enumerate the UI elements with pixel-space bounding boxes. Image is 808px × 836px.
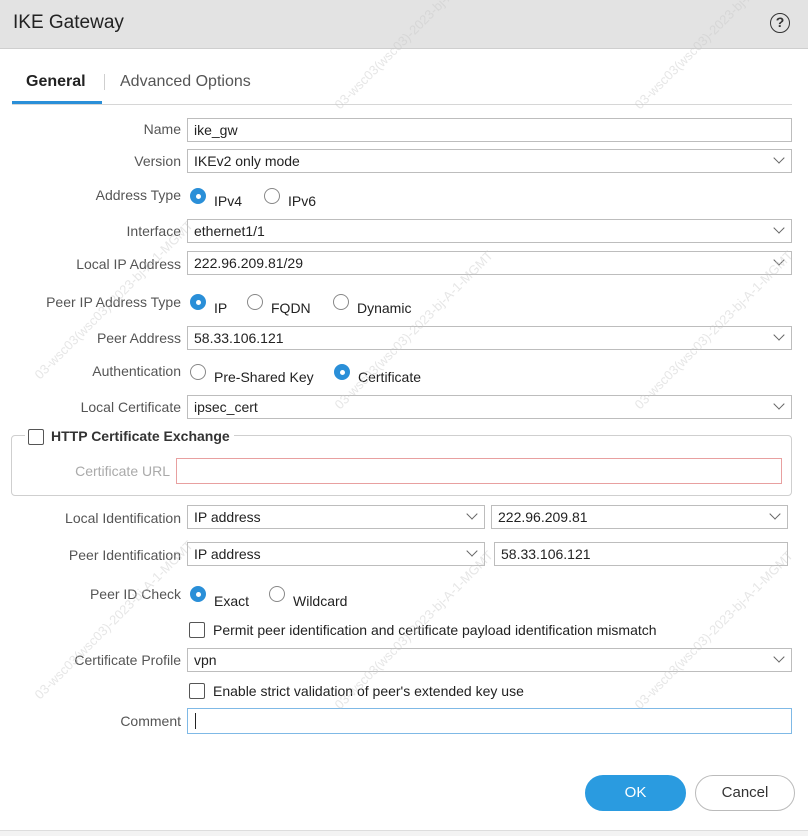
certificate-url-label: Certificate URL — [75, 463, 170, 479]
local-ip-label: Local IP Address — [76, 256, 181, 272]
tab-separator — [104, 74, 105, 90]
peer-dynamic-radio[interactable] — [333, 294, 349, 310]
local-certificate-select[interactable]: ipsec_cert — [187, 395, 792, 419]
ipv4-label: IPv4 — [214, 193, 243, 209]
text-caret — [195, 713, 196, 729]
peer-address-select[interactable]: 58.33.106.121 — [187, 326, 792, 350]
http-certificate-exchange-label: HTTP Certificate Exchange — [51, 428, 230, 444]
certificate-url-input[interactable] — [176, 458, 782, 484]
dialog-titlebar: IKE Gateway ? — [0, 0, 808, 49]
wildcard-radio[interactable] — [269, 586, 285, 602]
chevron-down-icon — [773, 152, 785, 164]
authentication-label: Authentication — [92, 363, 181, 379]
http-certificate-exchange-legend: HTTP Certificate Exchange — [25, 428, 234, 446]
version-label: Version — [134, 153, 181, 169]
dialog-bottom-edge — [0, 830, 808, 836]
address-type-label: Address Type — [95, 187, 181, 203]
exact-radio[interactable] — [190, 586, 206, 602]
permit-mismatch-label: Permit peer identification and certifica… — [213, 622, 657, 638]
tab-general[interactable]: General — [26, 73, 86, 91]
name-input[interactable]: ike_gw — [187, 118, 792, 142]
ipv4-radio[interactable] — [190, 188, 206, 204]
comment-label: Comment — [120, 713, 181, 729]
help-icon[interactable]: ? — [770, 13, 790, 33]
chevron-down-icon — [773, 651, 785, 663]
tab-advanced-options[interactable]: Advanced Options — [120, 73, 251, 91]
certificate-profile-value: vpn — [194, 652, 217, 668]
local-ip-select[interactable]: 222.96.209.81/29 — [187, 251, 792, 275]
local-certificate-value: ipsec_cert — [194, 399, 258, 415]
name-value: ike_gw — [194, 122, 238, 138]
certificate-radio[interactable] — [334, 364, 350, 380]
local-identification-value-select[interactable]: 222.96.209.81 — [491, 505, 788, 529]
local-certificate-label: Local Certificate — [80, 399, 181, 415]
certificate-label: Certificate — [358, 369, 422, 385]
interface-label: Interface — [126, 223, 181, 239]
ok-button[interactable]: OK — [585, 775, 686, 811]
peer-identification-type-value: IP address — [194, 546, 261, 562]
pre-shared-key-radio[interactable] — [190, 364, 206, 380]
active-tab-indicator — [12, 101, 102, 104]
peer-fqdn-radio[interactable] — [247, 294, 263, 310]
certificate-profile-label: Certificate Profile — [74, 652, 181, 668]
dialog-title: IKE Gateway — [13, 12, 124, 33]
certificate-profile-select[interactable]: vpn — [187, 648, 792, 672]
exact-label: Exact — [214, 593, 250, 609]
chevron-down-icon — [773, 222, 785, 234]
name-label: Name — [143, 121, 181, 137]
pre-shared-key-label: Pre-Shared Key — [214, 369, 314, 385]
local-identification-label: Local Identification — [65, 510, 181, 526]
http-certificate-exchange-checkbox[interactable] — [28, 429, 44, 445]
peer-ip-type-label: Peer IP Address Type — [46, 294, 181, 310]
peer-ip-option-label: IP — [214, 300, 228, 316]
peer-identification-type-select[interactable]: IP address — [187, 542, 485, 566]
cancel-button[interactable]: Cancel — [695, 775, 795, 811]
peer-identification-label: Peer Identification — [68, 547, 181, 563]
permit-mismatch-checkbox[interactable] — [189, 622, 205, 638]
interface-value: ethernet1/1 — [194, 223, 265, 239]
peer-id-check-label: Peer ID Check — [89, 586, 181, 602]
strict-validation-checkbox[interactable] — [189, 683, 205, 699]
strict-validation-label: Enable strict validation of peer's exten… — [213, 683, 524, 699]
chevron-down-icon — [769, 508, 781, 520]
peer-identification-value-input[interactable]: 58.33.106.121 — [494, 542, 788, 566]
local-ip-value: 222.96.209.81/29 — [194, 255, 303, 271]
comment-input[interactable] — [187, 708, 792, 734]
local-identification-type-select[interactable]: IP address — [187, 505, 485, 529]
ipv6-label: IPv6 — [288, 193, 317, 209]
peer-dynamic-label: Dynamic — [357, 300, 412, 316]
local-identification-value: 222.96.209.81 — [498, 509, 588, 525]
ipv6-radio[interactable] — [264, 188, 280, 204]
version-value: IKEv2 only mode — [194, 153, 300, 169]
chevron-down-icon — [773, 398, 785, 410]
peer-address-value: 58.33.106.121 — [194, 330, 284, 346]
wildcard-label: Wildcard — [293, 593, 348, 609]
chevron-down-icon — [773, 254, 785, 266]
local-identification-type-value: IP address — [194, 509, 261, 525]
peer-ip-radio[interactable] — [190, 294, 206, 310]
chevron-down-icon — [466, 545, 478, 557]
chevron-down-icon — [773, 329, 785, 341]
interface-select[interactable]: ethernet1/1 — [187, 219, 792, 243]
peer-address-label: Peer Address — [96, 330, 181, 346]
peer-fqdn-label: FQDN — [271, 300, 311, 316]
chevron-down-icon — [466, 508, 478, 520]
tab-bar: General Advanced Options — [12, 70, 792, 105]
peer-identification-value: 58.33.106.121 — [501, 546, 591, 562]
version-select[interactable]: IKEv2 only mode — [187, 149, 792, 173]
